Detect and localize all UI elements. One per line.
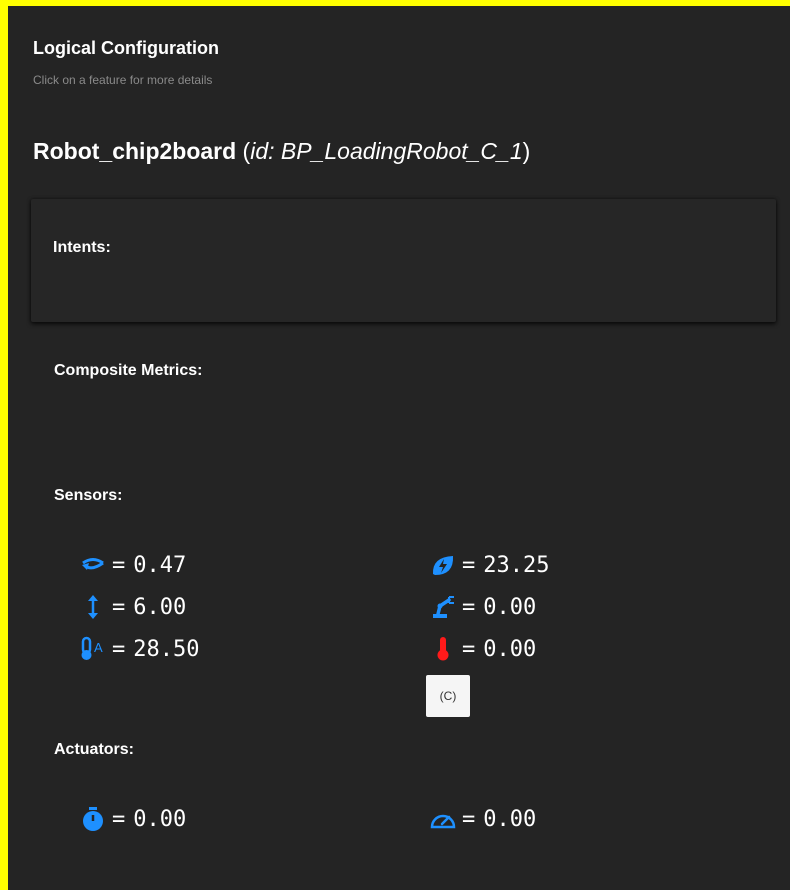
actuator-value: 0.00 bbox=[483, 806, 537, 832]
speedometer-icon bbox=[428, 806, 458, 832]
sensors-label: Sensors: bbox=[54, 487, 123, 504]
sensor-equals: = bbox=[462, 636, 476, 662]
actuator-equals: = bbox=[462, 806, 476, 832]
robot-name: Robot_chip2board bbox=[33, 138, 237, 164]
composite-metrics-label: Composite Metrics: bbox=[54, 362, 203, 379]
sensor-equals: = bbox=[462, 552, 476, 578]
robot-id-open: ( bbox=[236, 138, 251, 164]
actuator-equals: = bbox=[112, 806, 126, 832]
sensor-equals: = bbox=[112, 552, 126, 578]
intents-card[interactable]: Intents: bbox=[31, 199, 776, 322]
robot-id: (id: BP_LoadingRobot_C_1) bbox=[236, 138, 531, 164]
robot-arm-icon bbox=[428, 594, 458, 620]
stopwatch-icon bbox=[78, 806, 108, 832]
actuator-speedometer[interactable]: = 0.00 bbox=[428, 806, 536, 832]
logical-configuration-panel: Logical Configuration Click on a feature… bbox=[8, 6, 790, 890]
panel-title: Logical Configuration bbox=[33, 38, 219, 58]
window-frame: Logical Configuration Click on a feature… bbox=[0, 0, 790, 890]
thermometer-icon bbox=[428, 636, 458, 662]
sensor-value: 6.00 bbox=[133, 594, 187, 620]
actuators-label: Actuators: bbox=[54, 741, 135, 758]
sensor-ambient-temperature[interactable]: A = 28.50 bbox=[78, 636, 199, 662]
sensor-value: 0.47 bbox=[133, 552, 187, 578]
actuator-value: 0.00 bbox=[133, 806, 187, 832]
ambient-thermometer-icon: A bbox=[78, 636, 108, 662]
unit-tooltip: (C) bbox=[426, 675, 470, 717]
sensor-value: 28.50 bbox=[133, 636, 200, 662]
robot-id-label: id: BP_LoadingRobot_C_1 bbox=[250, 138, 523, 164]
sensor-equals: = bbox=[462, 594, 476, 620]
sensor-temperature[interactable]: = 0.00 bbox=[428, 636, 536, 662]
sensor-robot-arm[interactable]: = 0.00 bbox=[428, 594, 536, 620]
panel-subtitle: Click on a feature for more details bbox=[33, 73, 213, 87]
sensor-value: 0.00 bbox=[483, 594, 537, 620]
svg-text:A: A bbox=[94, 640, 103, 655]
actuator-stopwatch[interactable]: = 0.00 bbox=[78, 806, 186, 832]
sensor-equals: = bbox=[112, 594, 126, 620]
intents-label: Intents: bbox=[53, 239, 111, 256]
sensor-energy[interactable]: = 23.25 bbox=[428, 552, 549, 578]
vertical-arrows-icon bbox=[78, 594, 108, 620]
rotation-icon bbox=[78, 552, 108, 578]
robot-id-close: ) bbox=[522, 138, 531, 164]
sensor-value: 23.25 bbox=[483, 552, 550, 578]
sensor-equals: = bbox=[112, 636, 126, 662]
energy-leaf-icon bbox=[428, 552, 458, 578]
sensor-value: 0.00 bbox=[483, 636, 537, 662]
sensor-vertical[interactable]: = 6.00 bbox=[78, 594, 186, 620]
robot-title: Robot_chip2board (id: BP_LoadingRobot_C_… bbox=[33, 138, 530, 165]
sensor-rotation[interactable]: = 0.47 bbox=[78, 552, 186, 578]
